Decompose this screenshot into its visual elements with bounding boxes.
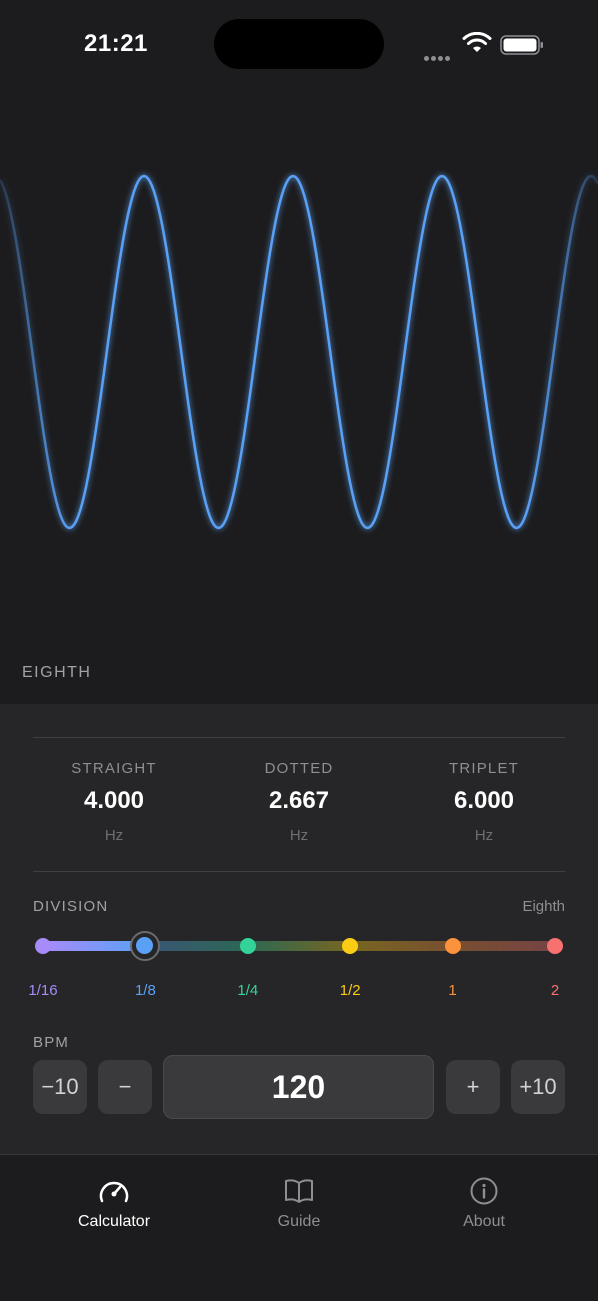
division-node[interactable] bbox=[547, 938, 563, 954]
rate-label: STRAIGHT bbox=[71, 760, 157, 777]
status-bar: 21:21 bbox=[0, 0, 598, 90]
gauge-icon bbox=[99, 1181, 129, 1203]
tab-about[interactable]: About bbox=[414, 1177, 554, 1231]
tab-bar: Calculator Guide About bbox=[0, 1154, 598, 1301]
wave-line bbox=[0, 174, 598, 530]
bpm-heading: BPM bbox=[33, 1034, 70, 1051]
division-slider-thumb-dot bbox=[136, 937, 154, 954]
division-node[interactable] bbox=[239, 938, 256, 954]
rate-label: DOTTED bbox=[264, 760, 334, 777]
rate-dotted: DOTTED 2.667 Hz bbox=[229, 760, 369, 844]
bpm-plus-1-button[interactable]: + bbox=[446, 1060, 500, 1114]
rate-value: 2.667 bbox=[268, 787, 330, 814]
rate-triplet: TRIPLET 6.000 Hz bbox=[414, 760, 554, 844]
division-tick-labels: 1/16 1/8 1/4 1/2 1 2 bbox=[28, 982, 565, 1002]
division-tick-label: 1/16 bbox=[28, 982, 58, 999]
info-icon bbox=[470, 1177, 498, 1205]
book-icon bbox=[285, 1179, 313, 1203]
division-node[interactable] bbox=[444, 938, 461, 954]
division-slider-track[interactable] bbox=[43, 941, 555, 951]
division-slider-thumb[interactable] bbox=[130, 931, 161, 961]
bpm-plus-10-button[interactable]: +10 bbox=[511, 1060, 565, 1114]
tab-label: Guide bbox=[277, 1213, 321, 1230]
cellular-signal-icon bbox=[424, 48, 452, 66]
bpm-minus-1-button[interactable]: − bbox=[98, 1060, 152, 1114]
tab-label: About bbox=[463, 1213, 505, 1230]
rate-unit: Hz bbox=[104, 827, 124, 844]
division-node[interactable] bbox=[342, 938, 359, 954]
wave-division-label: EIGHTH bbox=[22, 664, 92, 681]
waveform bbox=[0, 174, 598, 530]
rate-unit: Hz bbox=[474, 827, 494, 844]
division-tick-label: 1/2 bbox=[339, 982, 361, 999]
rate-label: TRIPLET bbox=[448, 760, 520, 777]
division-node[interactable] bbox=[35, 938, 51, 954]
rate-readouts: STRAIGHT 4.000 Hz DOTTED 2.667 Hz TRIPLE… bbox=[0, 760, 598, 860]
divider bbox=[33, 871, 565, 872]
division-tick-label: 1 bbox=[448, 982, 457, 999]
tab-label: Calculator bbox=[77, 1213, 151, 1230]
dynamic-island bbox=[214, 19, 384, 69]
division-tick-label: 1/8 bbox=[134, 982, 156, 999]
rate-value: 6.000 bbox=[453, 787, 515, 814]
status-time: 21:21 bbox=[84, 30, 148, 57]
division-tick-label: 2 bbox=[550, 982, 560, 999]
rate-unit: Hz bbox=[289, 827, 309, 844]
waveform-display: EIGHTH bbox=[0, 90, 598, 704]
division-slider[interactable] bbox=[33, 930, 565, 964]
bpm-minus-10-button[interactable]: −10 bbox=[33, 1060, 87, 1114]
division-selected-name: Eighth bbox=[522, 898, 565, 915]
division-heading: DIVISION bbox=[33, 898, 109, 915]
battery-icon bbox=[500, 35, 543, 55]
tab-guide[interactable]: Guide bbox=[229, 1177, 369, 1231]
division-tick-label: 1/4 bbox=[237, 982, 259, 999]
wifi-icon bbox=[462, 32, 492, 52]
rate-straight: STRAIGHT 4.000 Hz bbox=[44, 760, 184, 844]
rate-value: 4.000 bbox=[83, 787, 145, 814]
control-panel: STRAIGHT 4.000 Hz DOTTED 2.667 Hz TRIPLE… bbox=[0, 704, 598, 1154]
tab-calculator[interactable]: Calculator bbox=[44, 1177, 184, 1231]
divider bbox=[33, 737, 565, 738]
bpm-value-field[interactable]: 120 bbox=[163, 1055, 434, 1119]
